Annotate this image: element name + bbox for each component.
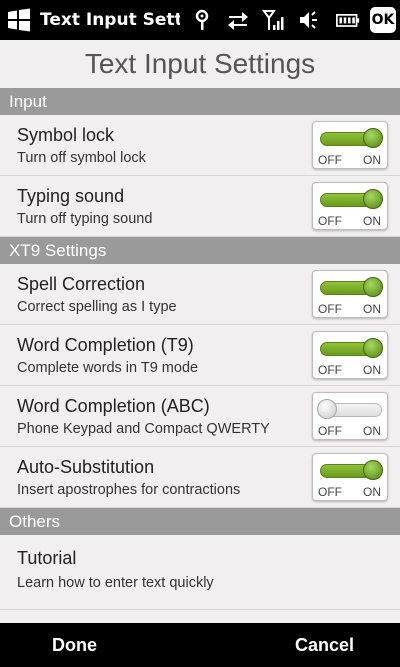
setting-subtitle: Learn how to enter text quickly [17, 575, 214, 591]
setting-title: Typing sound [17, 186, 125, 206]
section-header-input: Input [0, 88, 400, 115]
toggle-on-label: ON [363, 485, 381, 499]
antenna-icon[interactable] [190, 8, 214, 32]
toggle-off-label: OFF [318, 363, 342, 377]
setting-row-word-completion-abc[interactable]: Word Completion (ABC) Phone Keypad and C… [0, 386, 400, 447]
setting-subtitle: Turn off symbol lock [17, 150, 146, 166]
toggle-knob[interactable] [363, 277, 383, 297]
toggle-on-label: ON [363, 302, 381, 316]
status-bar: Text Input Setti OK [0, 0, 400, 40]
setting-subtitle: Phone Keypad and Compact QWERTY [17, 421, 270, 437]
setting-title: Tutorial [17, 548, 77, 568]
section-header-others: Others [0, 508, 400, 535]
data-transfer-icon[interactable] [226, 8, 250, 32]
spell-correction-toggle[interactable]: OFF ON [312, 270, 388, 318]
volume-icon[interactable] [298, 8, 322, 32]
battery-icon[interactable] [334, 8, 362, 32]
setting-row-auto-substitution[interactable]: Auto-Substitution Insert apostrophes for… [0, 447, 400, 508]
setting-title: Symbol lock [17, 125, 115, 145]
toggle-off-label: OFF [318, 485, 342, 499]
toggle-on-label: ON [363, 214, 381, 228]
toggle-knob[interactable] [363, 338, 383, 358]
setting-row-word-completion-t9[interactable]: Word Completion (T9) Complete words in T… [0, 325, 400, 386]
setting-title: Word Completion (T9) [17, 335, 194, 355]
toggle-on-label: ON [363, 424, 381, 438]
softkey-bar: Done Cancel [0, 623, 400, 667]
setting-subtitle: Correct spelling as I type [17, 299, 177, 315]
setting-subtitle: Turn off typing sound [17, 211, 153, 227]
setting-title: Spell Correction [17, 274, 146, 294]
typing-sound-toggle[interactable]: OFF ON [312, 182, 388, 230]
toggle-knob[interactable] [363, 128, 383, 148]
toggle-on-label: ON [363, 363, 381, 377]
windows-logo-icon[interactable] [6, 7, 32, 33]
symbol-lock-toggle[interactable]: OFF ON [312, 121, 388, 169]
toggle-off-label: OFF [318, 214, 342, 228]
setting-subtitle: Complete words in T9 mode [17, 360, 199, 376]
word-completion-abc-toggle[interactable]: OFF ON [312, 392, 388, 440]
ok-button[interactable]: OK [370, 7, 396, 33]
toggle-off-label: OFF [318, 153, 342, 167]
done-button[interactable]: Done [52, 635, 97, 656]
toggle-knob[interactable] [363, 460, 383, 480]
settings-content: Text Input Settings Input Symbol lock Tu… [0, 40, 400, 623]
toggle-knob[interactable] [317, 399, 337, 419]
setting-row-tutorial[interactable]: Tutorial Learn how to enter text quickly [0, 535, 400, 610]
setting-subtitle: Insert apostrophes for contractions [17, 482, 241, 498]
toggle-knob[interactable] [363, 189, 383, 209]
signal-strength-icon[interactable] [262, 8, 286, 32]
toggle-on-label: ON [363, 153, 381, 167]
setting-row-spell-correction[interactable]: Spell Correction Correct spelling as I t… [0, 264, 400, 325]
window-title: Text Input Setti [40, 10, 180, 30]
setting-title: Auto-Substitution [17, 457, 155, 477]
toggle-off-label: OFF [318, 302, 342, 316]
word-completion-t9-toggle[interactable]: OFF ON [312, 331, 388, 379]
setting-title: Word Completion (ABC) [17, 396, 210, 416]
section-header-xt9-settings: XT9 Settings [0, 237, 400, 264]
page-title: Text Input Settings [84, 48, 316, 79]
setting-row-symbol-lock[interactable]: Symbol lock Turn off symbol lock OFF ON [0, 115, 400, 176]
auto-substitution-toggle[interactable]: OFF ON [312, 453, 388, 501]
setting-row-typing-sound[interactable]: Typing sound Turn off typing sound OFF O… [0, 176, 400, 237]
cancel-button[interactable]: Cancel [295, 635, 354, 656]
toggle-off-label: OFF [318, 424, 342, 438]
